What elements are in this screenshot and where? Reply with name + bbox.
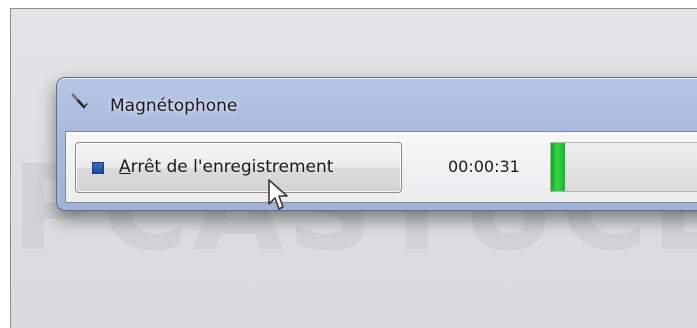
stop-square-icon — [92, 162, 104, 174]
stop-recording-label: Arrêt de l'enregistrement — [119, 157, 333, 177]
window-title: Magnétophone — [110, 96, 238, 116]
access-key-letter: A — [119, 157, 131, 177]
audio-level-meter — [550, 142, 697, 192]
stop-recording-label-rest: rrêt de l'enregistrement — [130, 157, 334, 177]
microphone-icon — [71, 93, 88, 109]
audio-level-fill — [551, 143, 566, 191]
recorder-controls: Arrêt de l'enregistrement 00:00:31 — [65, 131, 697, 203]
stop-recording-button[interactable]: Arrêt de l'enregistrement — [75, 142, 402, 193]
elapsed-time: 00:00:31 — [448, 157, 520, 176]
title-bar[interactable]: Magnétophone — [57, 78, 697, 130]
sound-recorder-window: Magnétophone Arrêt de l'enregistrement 0… — [56, 77, 697, 211]
